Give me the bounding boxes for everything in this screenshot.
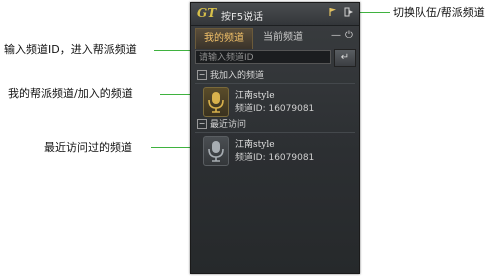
channel-id-input[interactable]: 请输入频道ID — [195, 50, 331, 64]
enter-channel-button[interactable]: ↵ — [334, 49, 356, 67]
collapse-toggle[interactable]: − — [197, 70, 207, 80]
section-recent-visits[interactable]: − 最近访问 — [195, 118, 355, 133]
section-title: 最近访问 — [210, 120, 247, 130]
callout-switch-team-channel: 切换队伍/帮派频道 — [393, 6, 485, 19]
microphone-icon — [203, 87, 229, 117]
collapse-toggle[interactable]: − — [197, 119, 207, 129]
callout-input-channel-id: 输入频道ID，进入帮派频道 — [4, 43, 137, 56]
channel-name: 江南style — [235, 140, 275, 150]
microphone-icon — [203, 136, 229, 166]
voice-chat-panel: GT 按F5说话 我的频道 当前频道 — ⏻ 请输入频道ID ↵ − 我加入的频道… — [190, 2, 360, 274]
section-title: 我加入的频道 — [210, 71, 265, 81]
flag-icon[interactable] — [326, 7, 340, 21]
section-joined-channels[interactable]: − 我加入的频道 — [195, 69, 355, 84]
channel-id-label: 频道ID: 16079081 — [235, 104, 315, 114]
window-title: 按F5说话 — [221, 12, 264, 23]
channel-item[interactable]: 江南style 频道ID: 16079081 — [199, 135, 349, 167]
callout-my-channels: 我的帮派频道/加入的频道 — [8, 87, 133, 100]
channel-tabs: 我的频道 当前频道 — ⏻ — [191, 28, 359, 50]
tab-current-channel[interactable]: 当前频道 — [255, 28, 311, 48]
tab-my-channels[interactable]: 我的频道 — [195, 28, 253, 49]
title-bar: GT 按F5说话 — [191, 3, 359, 26]
callout-line-input — [154, 50, 194, 51]
switch-icon[interactable] — [342, 7, 356, 21]
power-button[interactable]: ⏻ — [345, 30, 353, 41]
callout-recent-channels: 最近访问过的频道 — [44, 141, 132, 154]
minimize-button[interactable]: — — [331, 30, 341, 41]
channel-id-label: 频道ID: 16079081 — [235, 153, 315, 163]
channel-name: 江南style — [235, 91, 275, 101]
channel-item[interactable]: 江南style 频道ID: 16079081 — [199, 86, 349, 118]
app-logo: GT — [197, 6, 217, 20]
